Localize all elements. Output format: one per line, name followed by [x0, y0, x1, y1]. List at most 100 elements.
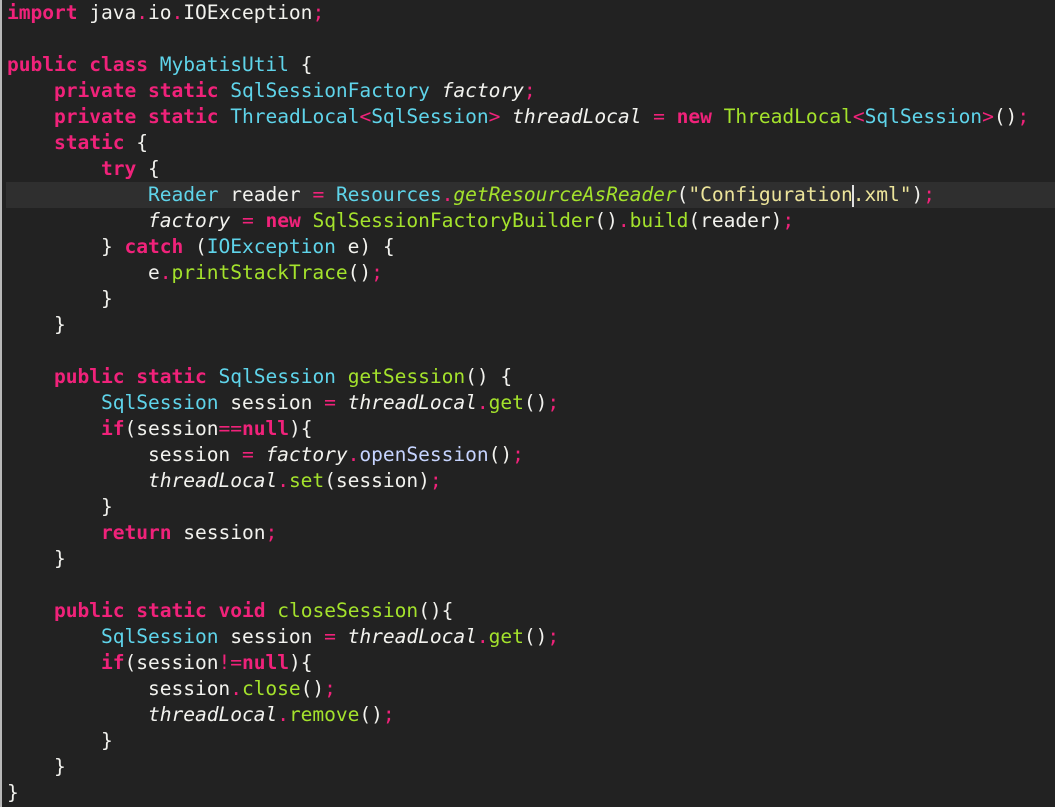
code-token: ThreadLocal	[723, 105, 853, 128]
code-token: ;	[523, 79, 536, 102]
code-line[interactable]: }	[6, 494, 1055, 520]
code-line[interactable]: private static SqlSessionFactory factory…	[6, 78, 1055, 104]
code-line[interactable]: }	[6, 728, 1055, 754]
code-line[interactable]: private static ThreadLocal<SqlSession> t…	[6, 104, 1055, 130]
code-line[interactable]: static {	[6, 130, 1055, 156]
code-line[interactable]: } catch (IOException e) {	[6, 234, 1055, 260]
code-token: ;	[923, 183, 936, 206]
code-line[interactable]: ​	[6, 572, 1055, 598]
code-token: <	[359, 105, 372, 128]
code-token: ;	[547, 391, 560, 414]
code-editor[interactable]: import java.io.IOException;​public class…	[0, 0, 1055, 807]
code-line[interactable]: if(session!=null){	[6, 650, 1055, 676]
code-token: >	[488, 105, 501, 128]
code-token: void	[218, 599, 266, 622]
code-token: .	[347, 443, 360, 466]
code-line[interactable]: return session;	[6, 520, 1055, 546]
code-token: threadLocal	[347, 391, 477, 414]
code-token: java	[77, 1, 137, 24]
code-token: ()	[594, 209, 618, 232]
code-token: }	[7, 313, 66, 336]
code-line[interactable]: public class MybatisUtil {	[6, 52, 1055, 78]
code-token: =	[312, 183, 325, 206]
code-token: printStackTrace	[171, 261, 348, 284]
code-area[interactable]: import java.io.IOException;​public class…	[6, 0, 1055, 806]
code-token: <	[852, 105, 865, 128]
code-token: ThreadLocal	[230, 105, 360, 128]
code-token: ;	[782, 209, 795, 232]
code-token: public	[7, 53, 78, 76]
code-token: class	[89, 53, 148, 76]
code-line[interactable]: threadLocal.remove();	[6, 702, 1055, 728]
code-token: }	[7, 547, 66, 570]
code-line[interactable]: }	[6, 286, 1055, 312]
code-token: .	[230, 677, 242, 700]
code-token: session	[218, 391, 325, 414]
code-token: new	[676, 105, 712, 128]
code-token: ;	[324, 677, 336, 700]
code-line[interactable]: ​	[6, 338, 1055, 364]
code-token: ;	[265, 521, 278, 544]
code-line[interactable]: session = factory.openSession();	[6, 442, 1055, 468]
code-token: SqlSession	[218, 365, 336, 388]
code-token: null	[241, 417, 289, 440]
current-code-line[interactable]: Reader reader = Resources.getResourceAsR…	[6, 182, 1055, 208]
code-token: factory	[147, 209, 231, 232]
code-token: () {	[465, 365, 513, 388]
code-token: (session)	[324, 469, 430, 492]
code-token: static	[54, 131, 125, 154]
code-token: e) {	[335, 235, 395, 258]
code-token: (){	[418, 599, 454, 622]
code-token: }	[7, 729, 113, 752]
code-line[interactable]: }	[6, 546, 1055, 572]
code-token: .	[171, 1, 184, 24]
code-token: .	[136, 1, 148, 24]
code-token: IOException	[183, 1, 313, 24]
code-line[interactable]: threadLocal.set(session);	[6, 468, 1055, 494]
code-token: (session	[124, 651, 219, 674]
code-line[interactable]: import java.io.IOException;	[6, 0, 1055, 26]
code-line[interactable]: }	[6, 754, 1055, 780]
code-line[interactable]: SqlSession session = threadLocal.get();	[6, 390, 1055, 416]
code-token: .	[476, 625, 489, 648]
code-line[interactable]: factory = new SqlSessionFactoryBuilder()…	[6, 208, 1055, 234]
code-token: Reader	[147, 183, 219, 206]
code-line[interactable]: public static void closeSession(){	[6, 598, 1055, 624]
code-line[interactable]: }	[6, 780, 1055, 806]
code-token: threadLocal	[147, 703, 278, 726]
code-token: remove	[288, 703, 360, 726]
code-token: import	[7, 1, 78, 24]
code-token: {	[124, 131, 148, 154]
code-line[interactable]: session.close();	[6, 676, 1055, 702]
code-line[interactable]: e.printStackTrace();	[6, 260, 1055, 286]
code-token: getResourceAsReader	[453, 183, 677, 206]
code-line[interactable]: if(session==null){	[6, 416, 1055, 442]
code-line[interactable]: public static SqlSession getSession() {	[6, 364, 1055, 390]
code-token: }	[7, 495, 113, 518]
code-token: ()	[523, 625, 548, 648]
code-token: )	[911, 183, 924, 206]
code-token: MybatisUtil	[159, 53, 289, 76]
code-token: threadLocal	[347, 625, 477, 648]
code-line[interactable]: try {	[6, 156, 1055, 182]
code-line[interactable]: }	[6, 312, 1055, 338]
code-line[interactable]: SqlSession session = threadLocal.get();	[6, 624, 1055, 650]
code-token: >	[982, 105, 994, 128]
code-line[interactable]: ​	[6, 26, 1055, 52]
